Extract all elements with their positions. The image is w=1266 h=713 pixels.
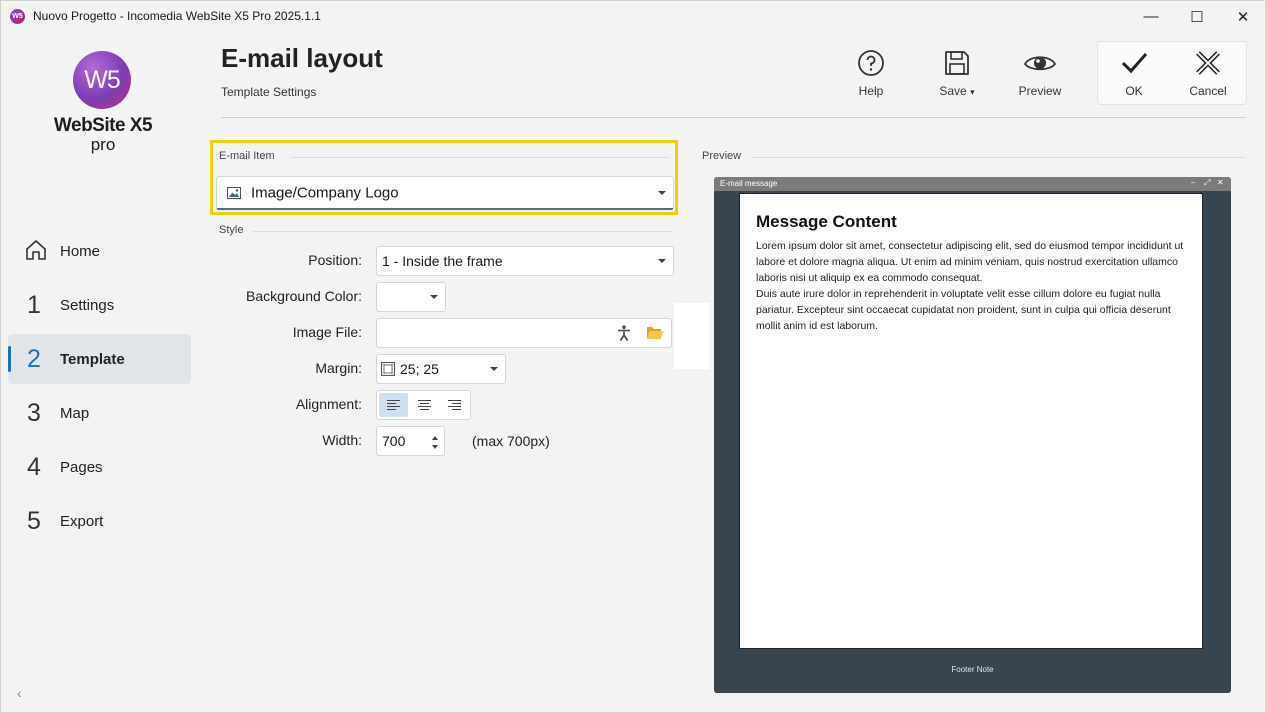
group-divider [751,157,1246,158]
preview-group-label: Preview [702,150,742,162]
preview-window-bar: E-mail message – ⤢ ✕ [714,177,1231,191]
page-subtitle: Template Settings [221,85,317,99]
margin-label: Margin: [315,360,362,376]
title-bar: W5 Nuovo Progetto - Incomedia WebSite X5… [1,1,1266,32]
chevron-down-icon [490,367,498,371]
help-label: Help [858,84,884,98]
decrement-arrow-icon[interactable] [432,445,438,449]
maximize-button[interactable]: ☐ [1174,1,1220,32]
logo-edition: pro [90,135,116,154]
sidebar-item-export[interactable]: 5 Export [8,496,191,546]
footer-note: Footer Note [951,665,994,674]
sidebar-item-settings[interactable]: 1 Settings [8,280,191,330]
chevron-down-icon [658,190,666,195]
folder-open-icon[interactable] [646,325,664,340]
sidebar-item-label: Map [60,404,90,422]
width-value: 700 [382,433,406,449]
close-icon: ✕ [1217,178,1224,187]
image-file-input[interactable] [376,318,672,348]
step-number: 5 [27,506,41,535]
home-icon [24,234,46,269]
message-paragraph: Duis aute irure dolor in reprehenderit i… [756,288,1171,332]
width-stepper[interactable]: 700 [376,426,445,456]
chevron-down-icon [658,259,666,263]
style-group-label: Style [219,224,244,236]
step-number: 3 [27,398,41,427]
preview-label: Preview [1018,84,1062,98]
width-label: Width: [322,432,362,448]
email-preview: E-mail message – ⤢ ✕ Message Content Lor… [714,177,1231,693]
email-item-group-label: E-mail Item [219,150,275,162]
ok-label: OK [1125,84,1143,98]
sidebar-item-label: Template [60,350,125,368]
align-left-button[interactable] [379,393,408,417]
expand-icon: ⤢ [1204,178,1211,187]
save-button[interactable]: Save ▾ [922,47,992,103]
sidebar-item-map[interactable]: 3 Map [8,388,191,438]
app-logo: W5 WebSite X5 pro [53,51,153,156]
increment-arrow-icon[interactable] [432,436,438,440]
cancel-label: Cancel [1189,84,1227,98]
app-icon: W5 [10,9,25,24]
margin-dropdown[interactable]: 25; 25 [376,354,506,384]
page-title: E-mail layout [221,43,383,73]
image-file-label: Image File: [292,324,362,340]
email-item-value: Image/Company Logo [251,184,399,201]
sidebar-item-home[interactable]: Home [8,226,191,276]
ok-button[interactable]: OK [1099,47,1169,103]
window-title: Nuovo Progetto - Incomedia WebSite X5 Pr… [33,9,321,23]
logo-name: WebSite X5 [53,115,153,136]
help-button[interactable]: Help [836,47,906,103]
align-right-button[interactable] [440,393,469,417]
preview-button[interactable]: Preview [1005,47,1075,103]
position-value: 1 - Inside the frame [382,253,503,269]
save-label: Save [939,84,967,98]
step-number: 1 [27,290,41,319]
cancel-x-icon [1196,51,1220,75]
save-dropdown-icon[interactable]: ▾ [970,87,975,97]
help-icon [858,50,884,76]
header-divider [221,117,1246,118]
preview-window-title: E-mail message [720,179,778,188]
minimize-icon: – [1191,178,1196,187]
collapse-sidebar-icon[interactable]: ‹ [17,685,22,701]
save-icon [945,51,969,75]
image-icon [227,187,241,199]
message-title: Message Content [756,212,897,231]
background-color-label: Background Color: [246,288,362,304]
margin-value: 25; 25 [400,361,439,377]
sidebar-item-label: Pages [60,458,103,476]
message-body: Lorem ipsum dolor sit amet, consectetur … [756,238,1191,334]
group-divider [253,231,673,232]
cancel-button[interactable]: Cancel [1173,47,1243,103]
preview-page: Message Content Lorem ipsum dolor sit am… [739,193,1203,649]
sidebar-item-label: Export [60,512,104,530]
background-color-picker[interactable] [376,282,446,312]
logo-mark: W5 [73,51,131,109]
margin-frame-icon [381,362,395,376]
position-dropdown[interactable]: 1 - Inside the frame [376,246,674,276]
close-button[interactable]: ✕ [1220,1,1266,32]
alignment-segmented-control [376,390,471,420]
email-item-dropdown[interactable]: Image/Company Logo [216,176,674,210]
preview-eye-icon [1024,56,1056,71]
group-divider [290,157,670,158]
sidebar-item-label: Settings [60,296,115,314]
step-number: 4 [27,452,41,481]
accessibility-icon[interactable] [617,325,631,341]
sidebar-item-label: Home [60,242,101,260]
position-label: Position: [308,252,362,268]
alignment-label: Alignment: [295,396,362,412]
divider-strip [674,303,709,369]
align-center-button[interactable] [410,393,439,417]
sidebar-item-template[interactable]: 2 Template [8,334,191,384]
width-hint: (max 700px) [472,433,550,449]
sidebar-item-pages[interactable]: 4 Pages [8,442,191,492]
chevron-down-icon [430,295,438,299]
minimize-button[interactable]: — [1128,1,1174,32]
message-paragraph: Lorem ipsum dolor sit amet, consectetur … [756,240,1184,284]
app-window: W5 Nuovo Progetto - Incomedia WebSite X5… [0,0,1266,713]
step-number: 2 [27,344,41,373]
checkmark-icon [1121,53,1148,74]
